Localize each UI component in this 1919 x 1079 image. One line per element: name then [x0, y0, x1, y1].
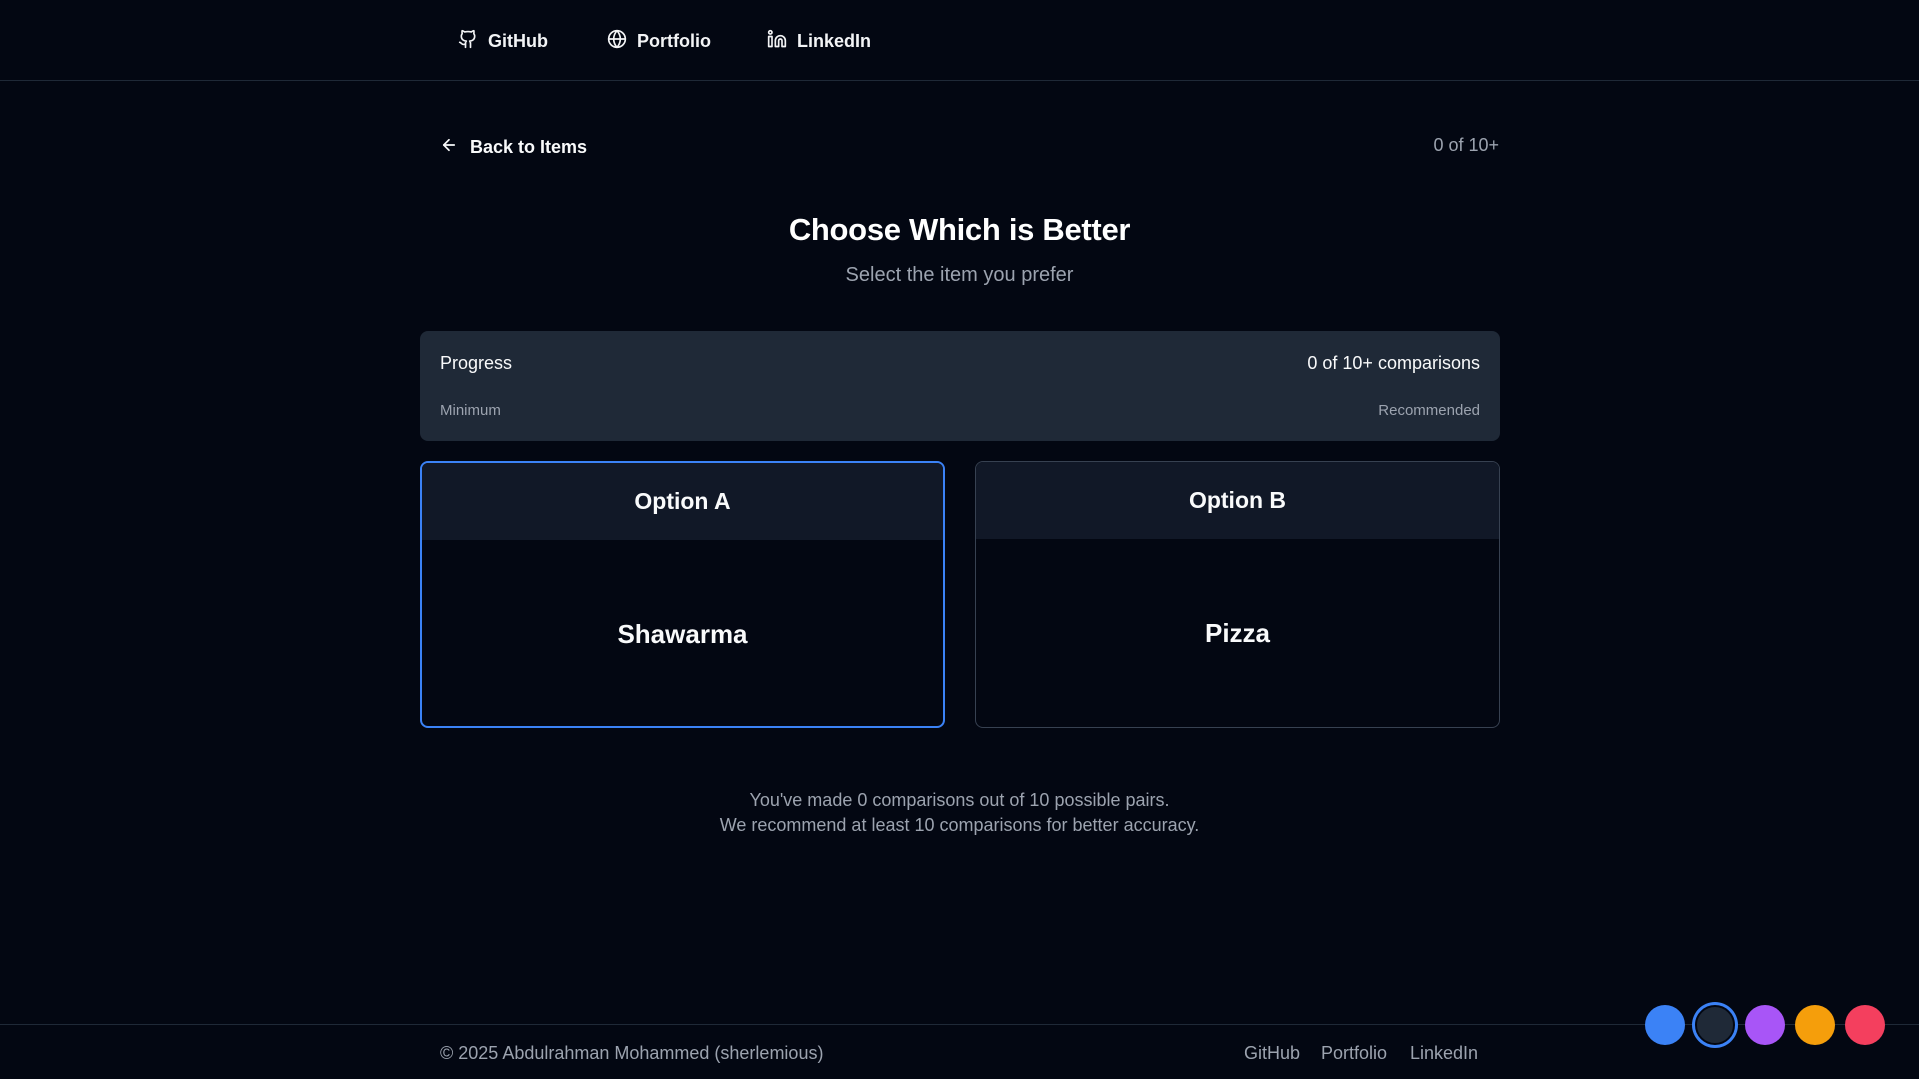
progress-count: 0 of 10+ comparisons: [1307, 353, 1480, 373]
theme-swatch-blue[interactable]: [1645, 1005, 1685, 1045]
nav-linkedin-label: LinkedIn: [797, 30, 872, 51]
linkedin-icon: [767, 29, 787, 54]
option-a-item: Shawarma: [617, 618, 748, 649]
comparison-note-line-1: You've made 0 comparisons out of 10 poss…: [749, 790, 1170, 810]
footer-github-link[interactable]: GitHub: [1244, 1043, 1300, 1064]
progress-minimum-label: Minimum: [440, 402, 501, 419]
theme-swatch-amber[interactable]: [1795, 1005, 1835, 1045]
theme-swatch-dark[interactable]: [1695, 1005, 1735, 1045]
theme-swatch-rose[interactable]: [1845, 1005, 1885, 1045]
back-to-items-button[interactable]: Back to Items: [440, 132, 587, 162]
option-a-header: Option A: [422, 463, 943, 540]
github-icon: [458, 29, 478, 54]
footer-portfolio-link[interactable]: Portfolio: [1321, 1043, 1387, 1064]
footer-copyright: © 2025 Abdulrahman Mohammed (sherlemious…: [440, 1043, 824, 1063]
footer: © 2025 Abdulrahman Mohammed (sherlemious…: [0, 1024, 1919, 1079]
progress-bar: [440, 393, 1480, 397]
option-a-card[interactable]: Option A Shawarma: [420, 461, 945, 728]
nav-portfolio-link[interactable]: Portfolio: [607, 26, 711, 56]
page-title: Choose Which is Better: [788, 212, 1131, 247]
progress-panel: Progress 0 of 10+ comparisons Minimum Re…: [420, 331, 1500, 441]
progress-recommended-label: Recommended: [1378, 402, 1480, 419]
back-label: Back to Items: [470, 136, 588, 157]
option-b-header: Option B: [976, 462, 1499, 539]
nav-portfolio-label: Portfolio: [637, 30, 711, 51]
theme-swatch-purple[interactable]: [1745, 1005, 1785, 1045]
comparison-counter: 0 of 10+: [1433, 135, 1499, 155]
nav-github-link[interactable]: GitHub: [458, 26, 548, 56]
option-b-item: Pizza: [1204, 617, 1271, 648]
nav-github-label: GitHub: [488, 30, 548, 51]
arrow-left-icon: [440, 136, 458, 159]
nav-linkedin-link[interactable]: LinkedIn: [767, 26, 871, 56]
footer-linkedin-link[interactable]: LinkedIn: [1410, 1043, 1478, 1064]
page-subtitle: Select the item you prefer: [845, 264, 1074, 286]
progress-label: Progress: [440, 353, 513, 373]
top-nav: GitHub Portfolio LinkedIn: [0, 0, 1919, 81]
globe-icon: [607, 29, 627, 54]
option-b-card[interactable]: Option B Pizza: [975, 461, 1500, 728]
comparison-note-line-2: We recommend at least 10 comparisons for…: [719, 815, 1200, 835]
